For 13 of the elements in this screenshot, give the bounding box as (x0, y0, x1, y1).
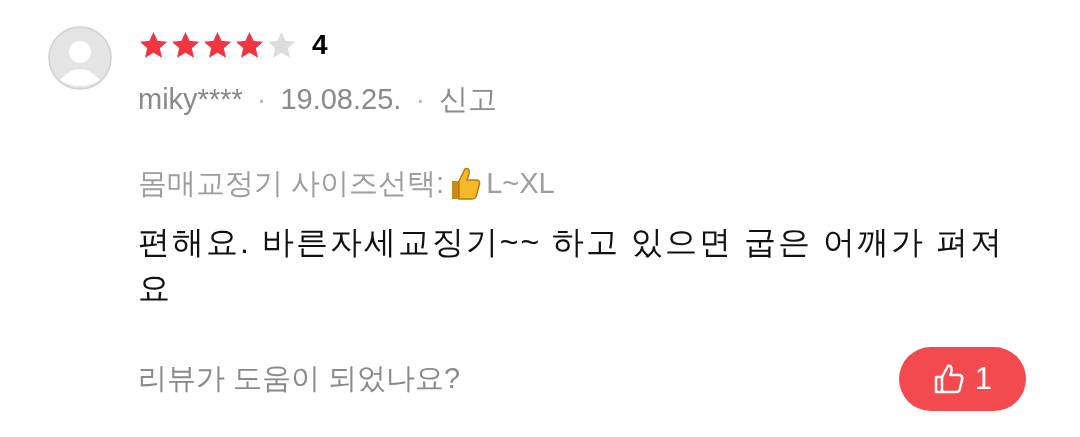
separator: · (415, 82, 426, 117)
review-date: 19.08.25. (280, 82, 402, 117)
review-text: 편해요. 바른자세교징기~~ 하고 있으면 굽은 어깨가 펴져요 (138, 223, 1005, 308)
separator: · (256, 82, 267, 117)
thumbs-up-icon (932, 363, 965, 395)
rating-value: 4 (312, 28, 328, 62)
helpful-button[interactable]: 1 (898, 347, 1026, 411)
helpful-question: 리뷰가 도움이 되었나요? (138, 361, 461, 397)
report-link[interactable]: 신고 (439, 78, 498, 122)
author-name: miky**** (138, 82, 243, 117)
option-value: L~XL (486, 165, 555, 201)
option-label: 몸매교정기 사이즈선택: (138, 165, 445, 201)
avatar-icon (48, 26, 112, 90)
